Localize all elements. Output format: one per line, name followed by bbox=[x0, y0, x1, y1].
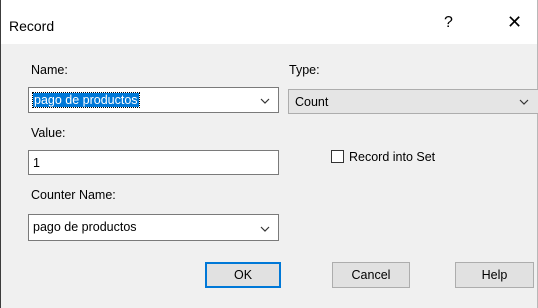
name-combobox[interactable]: pago de productos bbox=[28, 87, 279, 113]
type-dropdown[interactable]: Count bbox=[288, 89, 538, 114]
counter-name-label: Counter Name: bbox=[31, 188, 116, 202]
help-icon[interactable]: ? bbox=[444, 14, 453, 32]
cancel-button[interactable]: Cancel bbox=[332, 262, 410, 288]
counter-name-combobox[interactable]: pago de productos bbox=[28, 214, 279, 241]
close-icon[interactable]: ✕ bbox=[507, 13, 522, 31]
help-button[interactable]: Help bbox=[455, 262, 534, 288]
chevron-down-icon[interactable] bbox=[260, 96, 270, 106]
ok-button[interactable]: OK bbox=[205, 262, 281, 288]
record-into-set-label[interactable]: Record into Set bbox=[349, 150, 435, 164]
counter-name-value: pago de productos bbox=[33, 220, 137, 234]
value-label: Value: bbox=[31, 126, 66, 140]
chevron-down-icon[interactable] bbox=[519, 97, 529, 107]
type-value: Count bbox=[295, 95, 329, 109]
value-input[interactable]: 1 bbox=[28, 150, 279, 175]
name-value: pago de productos bbox=[32, 92, 140, 108]
window-title: Record bbox=[9, 18, 55, 34]
title-bar[interactable]: Record ? ✕ bbox=[1, 0, 537, 44]
value-text: 1 bbox=[33, 156, 40, 170]
chevron-down-icon[interactable] bbox=[260, 224, 270, 234]
record-into-set-checkbox[interactable] bbox=[331, 150, 344, 163]
type-label: Type: bbox=[289, 63, 320, 77]
name-label: Name: bbox=[31, 63, 68, 77]
